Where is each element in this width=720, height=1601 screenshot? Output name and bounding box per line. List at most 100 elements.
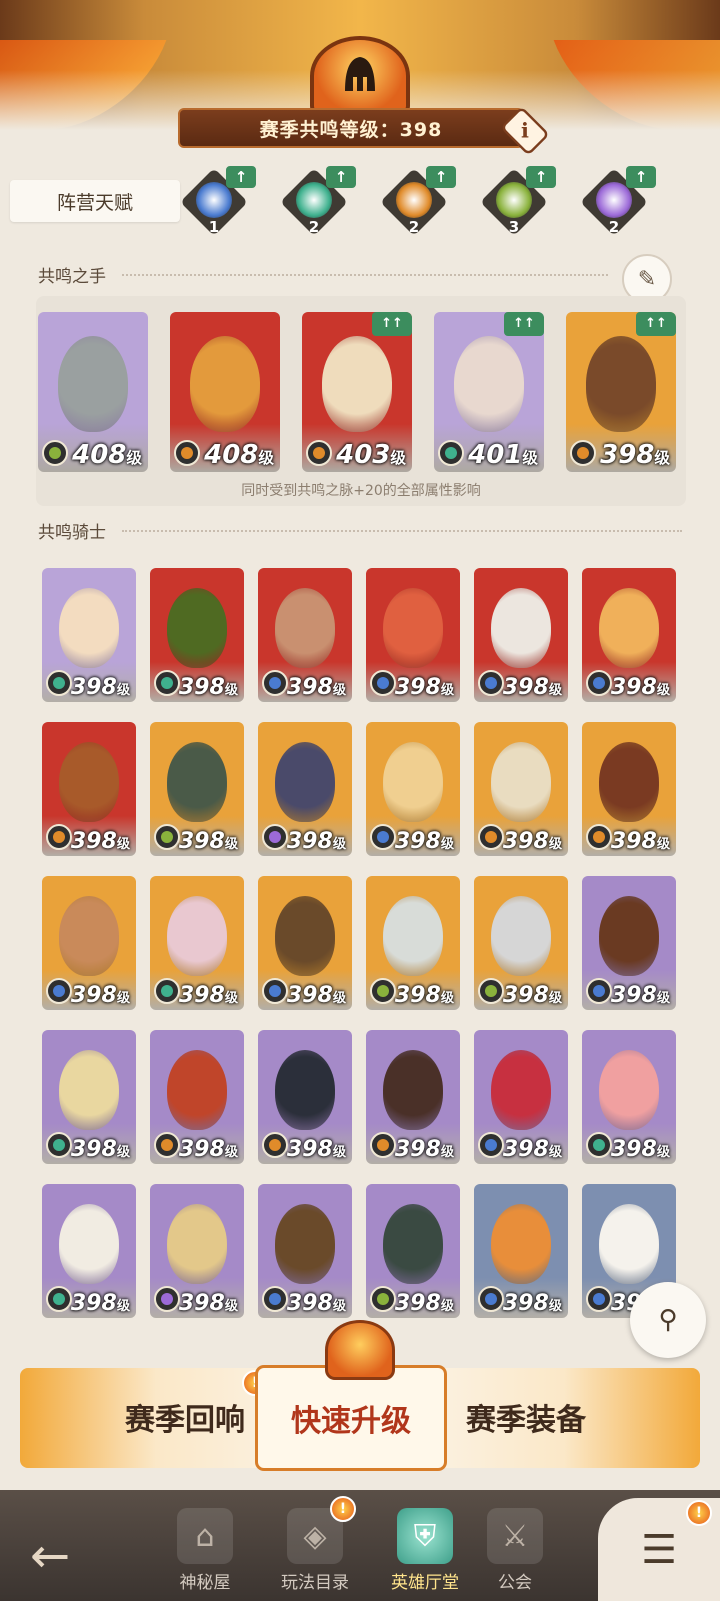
hero-level-value: 398 — [610, 1137, 657, 1162]
hero-level-value: 398 — [286, 983, 333, 1008]
hero-card[interactable]: 398级 — [150, 1184, 244, 1318]
hero-card[interactable]: 398级 — [474, 1184, 568, 1318]
hero-card[interactable]: 398级 — [150, 722, 244, 856]
upgrade-arrow-icon: ↑ — [626, 166, 656, 188]
hero-card[interactable]: 398级 — [150, 876, 244, 1010]
faction-badge-icon — [154, 1286, 180, 1312]
hero-level: 398级 — [179, 983, 238, 1008]
hero-card[interactable]: 398级 — [42, 722, 136, 856]
hero-level-value: 398 — [600, 440, 655, 470]
hero-card[interactable]: 398级 — [582, 876, 676, 1010]
hero-level-value: 398 — [394, 829, 441, 854]
nav-item[interactable]: ⌂ 神秘屋 — [150, 1490, 260, 1601]
celestial-hypogean-icon — [596, 182, 632, 218]
hero-face — [58, 1050, 120, 1131]
hero-level: 398级 — [395, 983, 454, 1008]
hero-card[interactable]: 398级 — [366, 1030, 460, 1164]
faction-talent-item[interactable]: 3 ↑ — [480, 166, 556, 236]
hero-card[interactable]: 398级 — [258, 1030, 352, 1164]
hero-card[interactable]: 398级 — [366, 722, 460, 856]
hero-card[interactable]: 398级 — [474, 568, 568, 702]
nav-item[interactable]: ⚔ 公会 — [460, 1490, 570, 1601]
hero-face — [166, 1050, 228, 1131]
hero-card[interactable]: 398级 — [582, 568, 676, 702]
faction-emblem-icon — [445, 447, 457, 459]
hero-card[interactable]: 398级 — [150, 568, 244, 702]
faction-badge-icon — [306, 440, 332, 466]
hero-level-unit: 级 — [126, 449, 142, 467]
hero-card[interactable]: 398级 — [582, 722, 676, 856]
double-upgrade-arrow-icon: ↑↑ — [372, 312, 412, 336]
faction-talent-item[interactable]: 2 ↑ — [580, 166, 656, 236]
faction-badge-icon — [438, 440, 464, 466]
hero-card[interactable]: 398级 — [258, 876, 352, 1010]
hero-level-value: 398 — [502, 983, 549, 1008]
hero-card[interactable]: 398级 — [474, 876, 568, 1010]
faction-badge-icon — [262, 824, 288, 850]
faction-talent-item[interactable]: 2 ↑ — [280, 166, 356, 236]
hero-face — [490, 742, 552, 823]
hero-card[interactable]: 398级 — [366, 876, 460, 1010]
hero-card[interactable]: 398级 — [474, 1030, 568, 1164]
faction-emblem-icon — [161, 831, 173, 843]
hero-card[interactable]: 398级 — [474, 722, 568, 856]
alert-badge: ! — [686, 1500, 712, 1526]
hero-level-value: 398 — [286, 675, 333, 700]
hero-level: 398级 — [503, 983, 562, 1008]
hero-level: 398级 — [71, 983, 130, 1008]
hero-card[interactable]: 398级 — [42, 568, 136, 702]
hero-level-value: 401 — [468, 440, 523, 470]
hero-level: 398级 — [179, 1291, 238, 1316]
hero-level: 398级 — [71, 1137, 130, 1162]
faction-emblem-icon — [577, 447, 589, 459]
faction-emblem-icon — [485, 831, 497, 843]
upgrade-arrow-icon: ↑ — [526, 166, 556, 188]
hero-card[interactable]: 398级 ↑↑ — [566, 312, 676, 472]
hero-level-unit: 级 — [656, 1145, 670, 1160]
hero-card[interactable]: 403级 ↑↑ — [302, 312, 412, 472]
faction-badge-icon — [154, 824, 180, 850]
hero-card[interactable]: 408级 — [170, 312, 280, 472]
hero-face — [274, 896, 336, 977]
nav-item[interactable]: ◈ 玩法目录! — [260, 1490, 370, 1601]
faction-badge-icon — [586, 824, 612, 850]
faction-badge-icon — [46, 670, 72, 696]
faction-emblem-icon — [593, 1139, 605, 1151]
hero-card[interactable]: 408级 — [38, 312, 148, 472]
faction-emblem-icon — [377, 985, 389, 997]
hero-card[interactable]: 398级 — [42, 1184, 136, 1318]
faction-talent-item[interactable]: 1 ↑ — [180, 166, 256, 236]
quick-level-up-button[interactable]: 快速升级 — [258, 1368, 444, 1468]
hero-card[interactable]: 398级 — [258, 568, 352, 702]
hero-level: 398级 — [71, 1291, 130, 1316]
mauler-icon — [396, 182, 432, 218]
faction-emblem-icon — [593, 985, 605, 997]
hero-card[interactable]: 398级 — [258, 1184, 352, 1318]
faction-talent-item[interactable]: 2 ↑ — [380, 166, 456, 236]
hero-level-value: 408 — [72, 440, 127, 470]
hero-level-value: 398 — [178, 983, 225, 1008]
back-arrow-icon[interactable]: ← — [30, 1528, 70, 1584]
hero-card[interactable]: 398级 — [258, 722, 352, 856]
faction-emblem-icon — [269, 831, 281, 843]
hero-card[interactable]: 401级 ↑↑ — [434, 312, 544, 472]
hero-level-value: 398 — [286, 1137, 333, 1162]
hero-level: 398级 — [395, 675, 454, 700]
faction-talent-level: 1 — [208, 218, 220, 236]
faction-badge-icon — [586, 978, 612, 1004]
hero-card[interactable]: 398级 — [42, 876, 136, 1010]
hero-card[interactable]: 398级 — [366, 568, 460, 702]
faction-emblem-icon — [53, 985, 65, 997]
hero-face — [598, 588, 660, 669]
hero-card[interactable]: 398级 — [42, 1030, 136, 1164]
faction-talent-level: 3 — [508, 218, 520, 236]
hero-card[interactable]: 398级 — [582, 1030, 676, 1164]
hero-face — [58, 1204, 120, 1285]
season-echo-button[interactable]: 赛季回响 — [110, 1372, 260, 1462]
season-equipment-button[interactable]: 赛季装备 — [446, 1372, 606, 1462]
hero-card[interactable]: 398级 — [150, 1030, 244, 1164]
faction-emblem-icon — [377, 831, 389, 843]
hero-face — [490, 1204, 552, 1285]
hero-card[interactable]: 398级 — [366, 1184, 460, 1318]
upgrade-arrow-icon: ↑ — [426, 166, 456, 188]
